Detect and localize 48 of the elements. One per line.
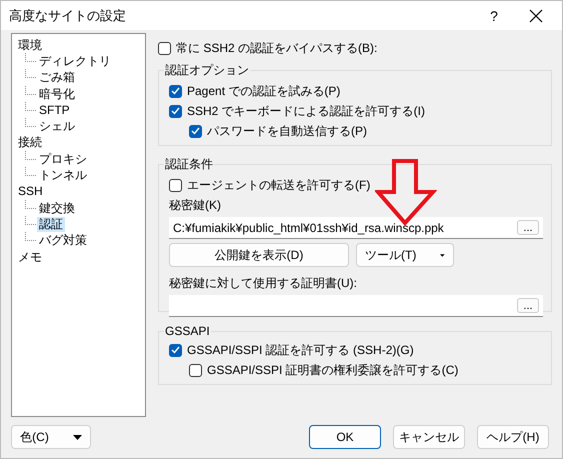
caret-icon — [440, 252, 445, 258]
checkbox-label: GSSAPI/SSPI 認証を許可する (SSH-2)(G) — [187, 342, 414, 358]
checkbox-label: Pagent での認証を試みる(P) — [187, 82, 340, 100]
checkbox[interactable] — [158, 42, 171, 54]
tree-item[interactable]: ごみ箱 — [37, 70, 77, 86]
tree-item[interactable]: 接続 — [16, 135, 44, 150]
checkbox-label: 常に SSH2 の認証をバイパスする(B): — [176, 40, 378, 56]
tree-item[interactable]: 認証 — [37, 216, 65, 232]
tree-item[interactable]: SSH — [16, 184, 45, 200]
checkbox-label: GSSAPI/SSPI 証明書の権利委譲を許可する(C) — [207, 362, 458, 378]
field-label: 秘密鍵(K) — [169, 196, 221, 214]
tree-item[interactable]: ディレクトリ — [37, 54, 113, 69]
browse-button[interactable]: ... — [517, 298, 539, 313]
checkbox[interactable] — [169, 178, 182, 192]
checkbox[interactable] — [189, 124, 202, 138]
field-label: 秘密鍵に対して使用する証明書(U): — [169, 274, 357, 292]
dialog-button[interactable]: キャンセル — [393, 425, 465, 449]
color-button[interactable]: 色(C) — [11, 425, 91, 449]
help-button[interactable]: ? — [471, 8, 517, 24]
checkbox-label: SSH2 でキーボードによる認証を許可する(I) — [187, 102, 426, 120]
dialog-button[interactable]: ヘルプ(H) — [477, 425, 549, 449]
tree-item[interactable]: 暗号化 — [37, 86, 77, 102]
tree-item[interactable]: バグ対策 — [37, 233, 89, 248]
private-key-field[interactable]: C:¥fumiakik¥public_html¥01ssh¥id_rsa.winscp.ppk ... — [169, 217, 543, 239]
checkbox[interactable] — [169, 344, 182, 356]
group-title: 認証条件 — [164, 156, 214, 173]
tree-item[interactable]: シェル — [37, 119, 77, 134]
browse-button[interactable]: ... — [517, 220, 539, 235]
checkbox[interactable] — [169, 84, 182, 98]
certificate-field[interactable]: ... — [169, 295, 543, 317]
close-icon[interactable] — [529, 8, 543, 22]
tree-item[interactable]: 鍵交換 — [37, 200, 77, 216]
tree-item[interactable]: トンネル — [37, 168, 89, 184]
tree-item[interactable]: プロキシ — [37, 152, 89, 167]
checkbox-label: パスワードを自動送信する(P) — [207, 122, 367, 140]
window-title: 高度なサイトの設定 — [9, 6, 127, 24]
dialog-button[interactable]: OK — [309, 425, 381, 449]
checkbox-label: エージェントの転送を許可する(F) — [187, 176, 370, 194]
tree-item[interactable]: 環境 — [16, 38, 44, 53]
tools-button[interactable]: ツール(T) — [356, 243, 454, 267]
tree-item[interactable]: メモ — [16, 250, 44, 264]
group-title: 認証オプション — [164, 62, 250, 79]
checkbox[interactable] — [189, 364, 202, 376]
tree-item[interactable]: SFTP — [37, 102, 72, 118]
group-title: GSSAPI — [164, 324, 211, 338]
caret-icon — [72, 434, 82, 440]
checkbox[interactable] — [169, 104, 182, 118]
show-public-key-button[interactable]: 公開鍵を表示(D) — [169, 243, 349, 267]
